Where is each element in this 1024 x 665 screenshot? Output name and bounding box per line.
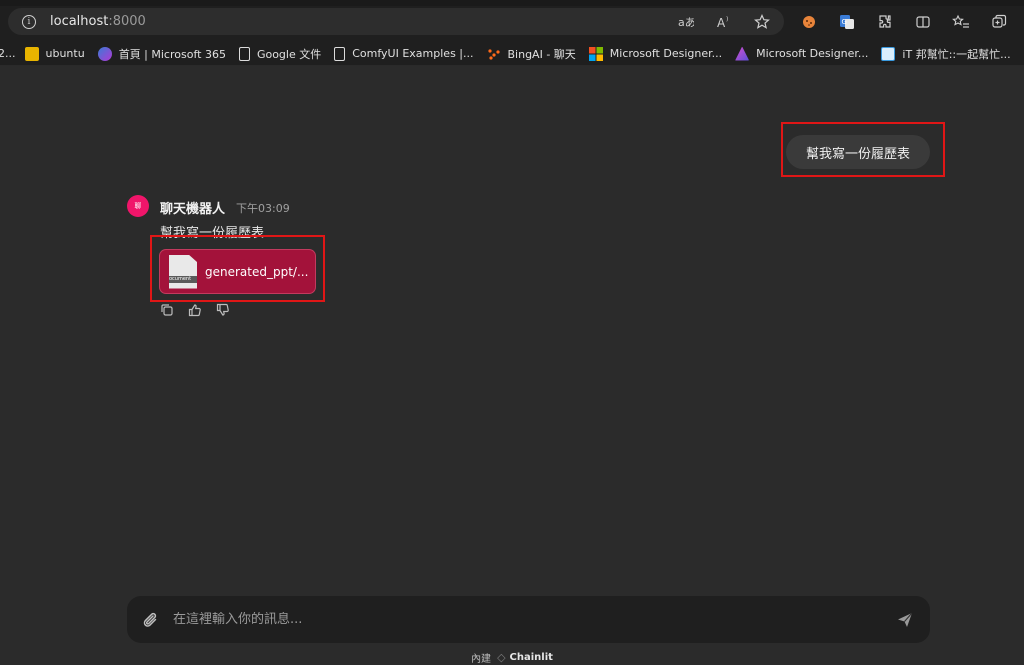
bot-avatar: 聊	[127, 195, 149, 217]
bookmark-item[interactable]: Microsoft Designer...	[588, 46, 723, 61]
bookmarks-bar: 2... ubuntu 首頁 | Microsoft 365 Google 文件…	[0, 42, 1024, 66]
bookmark-label: 2...	[0, 47, 16, 60]
message-input[interactable]	[173, 612, 894, 627]
bookmark-label: ComfyUI Examples |...	[352, 47, 474, 60]
bot-avatar-text: 聊	[134, 202, 142, 210]
microsoft-logo-icon	[588, 46, 603, 61]
copy-icon[interactable]	[160, 303, 174, 317]
read-aloud-icon[interactable]: A)	[714, 12, 734, 32]
bing-icon	[487, 47, 501, 61]
bot-name: 聊天機器人	[160, 202, 226, 217]
user-message-bubble: 幫我寫一份履歷表	[786, 135, 930, 169]
designer-icon	[735, 46, 750, 61]
footer: 內建 ◇ Chainlit	[0, 650, 1024, 665]
attach-paperclip-icon[interactable]	[139, 608, 163, 632]
chainlit-logo-icon: ◇	[497, 651, 506, 664]
user-message-text: 幫我寫一份履歷表	[805, 146, 910, 162]
file-attachment[interactable]: ocument generated_ppt/...	[159, 249, 316, 294]
message-actions	[160, 303, 230, 317]
favorites-list-icon[interactable]	[950, 11, 972, 33]
split-screen-icon[interactable]	[912, 11, 934, 33]
send-icon[interactable]	[894, 609, 916, 631]
document-icon-label: ocument	[169, 275, 197, 283]
footer-brand[interactable]: Chainlit	[510, 652, 553, 663]
collections-icon[interactable]	[988, 11, 1010, 33]
message-timestamp: 下午03:09	[236, 202, 290, 215]
bookmark-label: Microsoft Designer...	[756, 47, 869, 60]
bookmark-item[interactable]: iT 邦幫忙::一起幫忙...	[881, 46, 1011, 62]
extensions-puzzle-icon[interactable]	[874, 11, 896, 33]
site-info-icon[interactable]: i	[22, 14, 36, 29]
bookmark-item[interactable]: BingAI - 聊天	[487, 46, 576, 62]
bookmark-label: iT 邦幫忙::一起幫忙...	[902, 47, 1011, 61]
page-icon	[334, 46, 346, 61]
bookmark-label: ubuntu	[45, 47, 85, 60]
url-host: localhost	[50, 14, 109, 29]
bookmark-item[interactable]: ComfyUI Examples |...	[334, 46, 474, 61]
extension-translate-icon[interactable]: G	[836, 11, 858, 33]
extension-cookie-icon[interactable]	[798, 11, 820, 33]
page-icon	[238, 46, 250, 61]
bookmark-label: Google 文件	[256, 47, 322, 61]
favorite-star-icon[interactable]	[752, 12, 772, 32]
bookmark-item[interactable]: ubuntu	[24, 46, 85, 61]
message-composer	[127, 596, 930, 643]
address-bar[interactable]: i localhost:8000 aあ A)	[8, 8, 784, 35]
file-name: generated_ppt/...	[205, 264, 309, 279]
svg-text:aあ: aあ	[678, 16, 694, 29]
bookmark-label: 首頁 | Microsoft 365	[118, 47, 226, 61]
microsoft365-icon	[97, 46, 112, 61]
svg-text:G: G	[842, 18, 847, 26]
svg-text:): )	[726, 16, 728, 23]
bookmark-item[interactable]: Google 文件	[238, 46, 322, 62]
footer-prefix: 內建	[471, 654, 492, 665]
bookmark-label: BingAI - 聊天	[507, 47, 576, 61]
ithome-icon	[881, 46, 896, 61]
thumbs-down-icon[interactable]	[216, 303, 230, 317]
bookmark-item[interactable]: 2...	[0, 47, 16, 60]
bookmark-item[interactable]: Microsoft Designer...	[735, 46, 869, 61]
svg-text:A: A	[717, 16, 726, 29]
url-port: :8000	[108, 14, 146, 29]
translate-icon[interactable]: aあ	[676, 12, 696, 32]
bookmark-item[interactable]: 首頁 | Microsoft 365	[97, 46, 226, 62]
browser-toolbar: i localhost:8000 aあ A) G	[0, 0, 1024, 42]
bookmark-label: Microsoft Designer...	[609, 47, 723, 60]
thumbs-up-icon[interactable]	[188, 303, 202, 317]
document-icon: ocument	[169, 254, 197, 289]
tab-strip	[0, 0, 1024, 6]
folder-icon	[24, 46, 39, 61]
